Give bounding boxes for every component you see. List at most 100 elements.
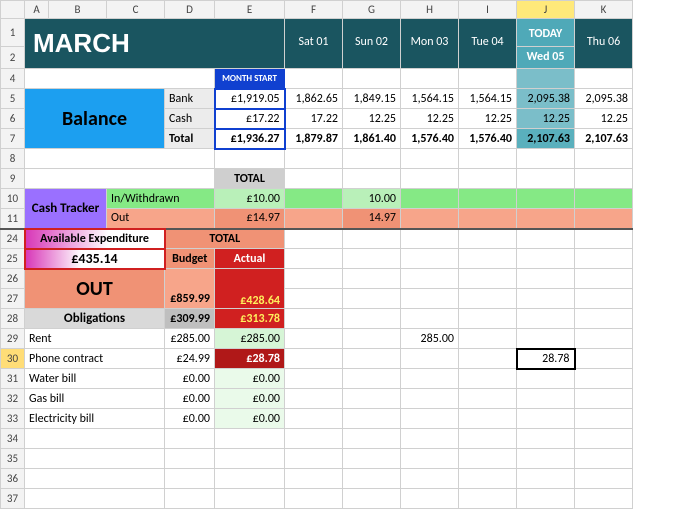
row-26[interactable]: 26 bbox=[1, 269, 25, 289]
out-total-label: TOTAL bbox=[165, 229, 285, 249]
cell[interactable]: £0.00 bbox=[215, 369, 285, 389]
row-25[interactable]: 25 bbox=[1, 249, 25, 269]
row-11[interactable]: 11 bbox=[1, 209, 25, 229]
item-name[interactable]: Water bill bbox=[25, 369, 165, 389]
cell[interactable]: 2,095.38 bbox=[575, 89, 633, 109]
row-27[interactable]: 27 bbox=[1, 289, 25, 309]
row-35[interactable]: 35 bbox=[1, 449, 25, 469]
row-10[interactable]: 10 bbox=[1, 189, 25, 209]
actual-header: Actual bbox=[215, 249, 285, 269]
cell[interactable]: 1,879.87 bbox=[285, 129, 343, 149]
month-start-label: MONTH START bbox=[215, 69, 285, 89]
cell[interactable]: 285.00 bbox=[401, 329, 459, 349]
out-label: Out bbox=[107, 209, 215, 229]
row-31[interactable]: 31 bbox=[1, 369, 25, 389]
cell[interactable]: 2,095.38 bbox=[517, 89, 575, 109]
col-B[interactable]: B bbox=[49, 1, 107, 19]
row-32[interactable]: 32 bbox=[1, 389, 25, 409]
out-section-label: OUT bbox=[25, 269, 165, 309]
day-header: Mon 03 bbox=[401, 35, 458, 53]
active-cell[interactable]: 28.78 bbox=[517, 349, 575, 369]
row-5[interactable]: 5 bbox=[1, 89, 25, 109]
cell[interactable]: 1,861.40 bbox=[343, 129, 401, 149]
col-D[interactable]: D bbox=[165, 1, 215, 19]
col-A[interactable]: A bbox=[25, 1, 49, 19]
row-28[interactable]: 28 bbox=[1, 309, 25, 329]
cell[interactable]: £0.00 bbox=[165, 409, 215, 429]
cell[interactable]: 1,576.40 bbox=[401, 129, 459, 149]
row-9[interactable]: 9 bbox=[1, 169, 25, 189]
row-7[interactable]: 7 bbox=[1, 129, 25, 149]
row-4[interactable]: 4 bbox=[1, 69, 25, 89]
col-H[interactable]: H bbox=[401, 1, 459, 19]
cell[interactable]: 12.25 bbox=[517, 109, 575, 129]
row-34[interactable]: 34 bbox=[1, 429, 25, 449]
total-label: TOTAL bbox=[215, 169, 285, 189]
row-1[interactable]: 1 bbox=[1, 19, 25, 47]
col-I[interactable]: I bbox=[459, 1, 517, 19]
cell[interactable]: 12.25 bbox=[343, 109, 401, 129]
row-6[interactable]: 6 bbox=[1, 109, 25, 129]
cell[interactable]: £0.00 bbox=[165, 369, 215, 389]
cell[interactable]: £285.00 bbox=[215, 329, 285, 349]
cell[interactable]: £1,936.27 bbox=[215, 129, 285, 149]
row-29[interactable]: 29 bbox=[1, 329, 25, 349]
cell[interactable]: £0.00 bbox=[215, 409, 285, 429]
row-33[interactable]: 33 bbox=[1, 409, 25, 429]
item-name[interactable]: Electricity bill bbox=[25, 409, 165, 429]
cell[interactable]: 12.25 bbox=[459, 109, 517, 129]
col-K[interactable]: K bbox=[575, 1, 633, 19]
cell[interactable]: 1,564.15 bbox=[401, 89, 459, 109]
col-F[interactable]: F bbox=[285, 1, 343, 19]
row-2[interactable]: 2 bbox=[1, 47, 25, 69]
item-name[interactable]: Phone contract bbox=[25, 349, 165, 369]
item-name[interactable]: Rent bbox=[25, 329, 165, 349]
today-label: TODAY bbox=[517, 19, 575, 47]
cell[interactable]: £17.22 bbox=[215, 109, 285, 129]
cell[interactable]: 2,107.63 bbox=[517, 129, 575, 149]
budget-header: Budget bbox=[165, 249, 215, 269]
month-title: MARCH bbox=[25, 19, 285, 69]
cell[interactable]: 12.25 bbox=[575, 109, 633, 129]
cell[interactable]: 2,107.63 bbox=[575, 129, 633, 149]
cell[interactable]: 14.97 bbox=[343, 209, 401, 229]
balance-row-label: Total bbox=[165, 129, 215, 149]
day-header-today: Wed 05 bbox=[517, 50, 574, 68]
cell[interactable]: 1,576.40 bbox=[459, 129, 517, 149]
cell[interactable]: 12.25 bbox=[401, 109, 459, 129]
balance-row-label: Bank bbox=[165, 89, 215, 109]
row-24[interactable]: 24 bbox=[1, 229, 25, 249]
obligations-actual: £313.78 bbox=[215, 309, 285, 329]
day-header: Thu 06 bbox=[575, 35, 632, 53]
balance-label: Balance bbox=[25, 89, 165, 149]
col-C[interactable]: C bbox=[107, 1, 165, 19]
budget-total: £859.99 bbox=[165, 269, 215, 309]
spreadsheet[interactable]: A B C D E F G H I J K 1 MARCH Sat 01 Sun… bbox=[0, 0, 633, 509]
actual-total: £428.64 bbox=[215, 269, 285, 309]
item-name[interactable]: Gas bill bbox=[25, 389, 165, 409]
cell[interactable]: £1,919.05 bbox=[215, 89, 285, 109]
column-header-row: A B C D E F G H I J K bbox=[1, 1, 633, 19]
obligations-budget: £309.99 bbox=[165, 309, 215, 329]
obligations-label: Obligations bbox=[25, 309, 165, 329]
available-amount: £435.14 bbox=[25, 249, 165, 269]
cell[interactable]: £285.00 bbox=[165, 329, 215, 349]
cell[interactable]: £28.78 bbox=[215, 349, 285, 369]
in-withdrawn-label: In/Withdrawn bbox=[107, 189, 215, 209]
cell[interactable]: 1,862.65 bbox=[285, 89, 343, 109]
cell[interactable]: £14.97 bbox=[215, 209, 285, 229]
cell[interactable]: 1,849.15 bbox=[343, 89, 401, 109]
cell[interactable]: £0.00 bbox=[165, 389, 215, 409]
col-E[interactable]: E bbox=[215, 1, 285, 19]
cell[interactable]: £0.00 bbox=[215, 389, 285, 409]
row-30[interactable]: 30 bbox=[1, 349, 25, 369]
col-G[interactable]: G bbox=[343, 1, 401, 19]
cell[interactable]: £24.99 bbox=[165, 349, 215, 369]
cell[interactable]: 17.22 bbox=[285, 109, 343, 129]
row-8[interactable]: 8 bbox=[1, 149, 25, 169]
row-36[interactable]: 36 bbox=[1, 469, 25, 489]
cell[interactable]: 1,564.15 bbox=[459, 89, 517, 109]
col-J[interactable]: J bbox=[517, 1, 575, 19]
cell[interactable]: £10.00 bbox=[215, 189, 285, 209]
cell[interactable]: 10.00 bbox=[343, 189, 401, 209]
